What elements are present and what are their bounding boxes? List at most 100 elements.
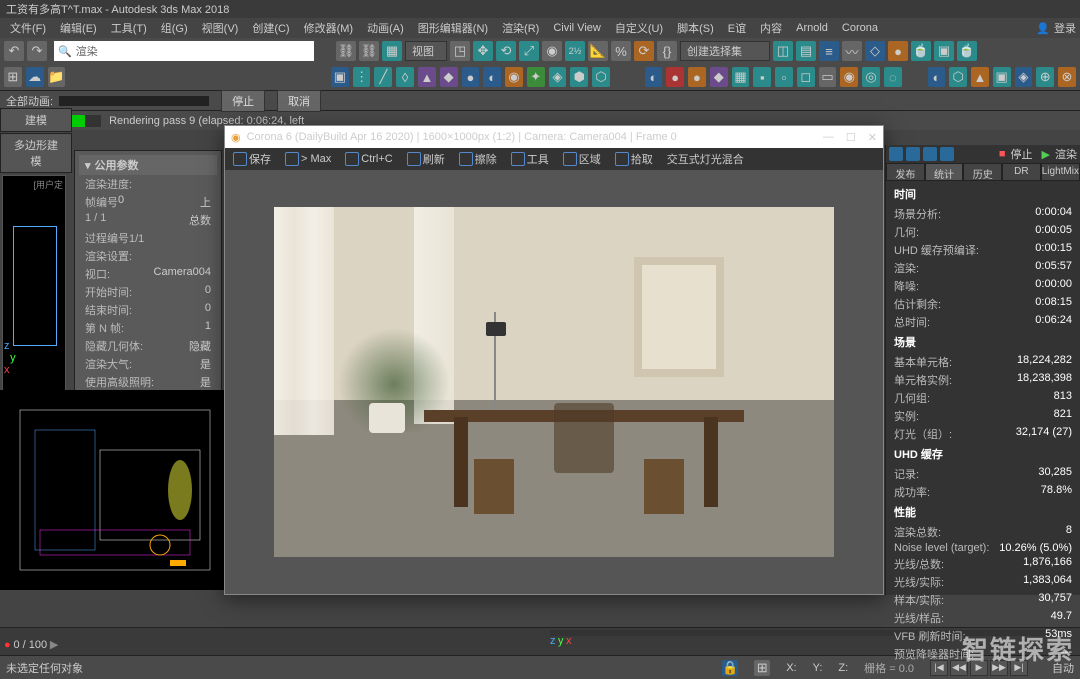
menu-modifiers[interactable]: 修改器(M)	[298, 18, 360, 38]
t16-icon[interactable]: ▭	[819, 67, 837, 87]
redo-icon[interactable]: ↷	[27, 41, 47, 61]
spinner-snap-icon[interactable]: ⟳	[634, 41, 654, 61]
t21-icon[interactable]: ⬡	[949, 67, 967, 87]
menu-civil[interactable]: Civil View	[547, 20, 606, 36]
polygon-icon[interactable]: ▲	[418, 67, 436, 87]
menu-edit[interactable]: 编辑(E)	[54, 18, 103, 38]
st-icon[interactable]	[889, 147, 903, 161]
poly-icon[interactable]: ▣	[331, 67, 349, 87]
snap-25-icon[interactable]: 2½	[565, 41, 585, 61]
menu-file[interactable]: 文件(F)	[4, 18, 52, 38]
named-sel-icon[interactable]: {}	[657, 41, 677, 61]
tab-lightmix[interactable]: LightMix	[1041, 163, 1080, 181]
t2-icon[interactable]: ◐	[483, 67, 501, 87]
cfb-tools-button[interactable]: 工具	[505, 149, 555, 169]
link-icon[interactable]: ⛓	[336, 41, 356, 61]
t18-icon[interactable]: ◎	[862, 67, 880, 87]
t12-icon[interactable]: ▦	[732, 67, 750, 87]
t6-icon[interactable]: ⬢	[570, 67, 588, 87]
t17-icon[interactable]: ◉	[840, 67, 858, 87]
t10-icon[interactable]: ●	[688, 67, 706, 87]
cfb-clear-button[interactable]: 擦除	[453, 149, 503, 169]
tab-stats[interactable]: 统计	[925, 163, 964, 181]
play-icon[interactable]: ▶	[1042, 148, 1050, 161]
cfb-tomax-button[interactable]: > Max	[279, 150, 337, 168]
t15-icon[interactable]: ◻	[797, 67, 815, 87]
material-icon[interactable]: ●	[888, 41, 908, 61]
panel-header[interactable]: 公用参数	[79, 155, 217, 175]
render-setup-icon[interactable]: 🍵	[911, 41, 931, 61]
cloud-icon[interactable]: ☁	[26, 67, 44, 87]
t1-icon[interactable]: ●	[462, 67, 480, 87]
search-input[interactable]: 🔍渲染	[54, 41, 314, 61]
viewport-left[interactable]	[0, 390, 230, 590]
t5-icon[interactable]: ◈	[549, 67, 567, 87]
tab-poly[interactable]: 多边形建模	[0, 133, 72, 173]
border-icon[interactable]: ◊	[396, 67, 414, 87]
snap-icon[interactable]: ⊞	[754, 660, 770, 676]
t7-icon[interactable]: ⬡	[592, 67, 610, 87]
cfb-refresh-button[interactable]: 刷新	[401, 149, 451, 169]
t25-icon[interactable]: ⊕	[1036, 67, 1054, 87]
schematic-icon[interactable]: ◇	[865, 41, 885, 61]
close-icon[interactable]: ✕	[868, 131, 877, 144]
unlink-icon[interactable]: ⛓	[359, 41, 379, 61]
render-frame-icon[interactable]: ▣	[934, 41, 954, 61]
curve-editor-icon[interactable]: 〰	[842, 41, 862, 61]
undo-icon[interactable]: ↶	[4, 41, 24, 61]
angle-snap-icon[interactable]: 📐	[588, 41, 608, 61]
tool-icon[interactable]: ◳	[450, 41, 470, 61]
menu-custom[interactable]: 自定义(U)	[609, 18, 669, 38]
edge-icon[interactable]: ╱	[374, 67, 392, 87]
menu-e[interactable]: E谊	[722, 18, 752, 38]
tab-publish[interactable]: 发布	[886, 163, 925, 181]
cfb-save-button[interactable]: 保存	[227, 149, 277, 169]
lock-icon[interactable]: 🔒	[722, 660, 738, 676]
workspace-icon[interactable]: ⊞	[4, 67, 22, 87]
selection-set-dropdown[interactable]: 创建选择集	[680, 41, 770, 61]
menu-arnold[interactable]: Arnold	[790, 20, 834, 36]
menu-graph[interactable]: 图形编辑器(N)	[412, 18, 494, 38]
viewport-mode-dropdown[interactable]: 视图	[405, 41, 447, 61]
open-icon[interactable]: 📁	[48, 67, 66, 87]
layers-icon[interactable]: ≡	[819, 41, 839, 61]
menu-create[interactable]: 创建(C)	[246, 18, 295, 38]
placement-icon[interactable]: ◉	[542, 41, 562, 61]
t26-icon[interactable]: ⊗	[1058, 67, 1076, 87]
t3-icon[interactable]: ◉	[505, 67, 523, 87]
element-icon[interactable]: ◆	[440, 67, 458, 87]
scale-icon[interactable]: ⤢	[519, 41, 539, 61]
menu-tools[interactable]: 工具(T)	[105, 18, 153, 38]
st-icon[interactable]	[923, 147, 937, 161]
menu-script[interactable]: 脚本(S)	[671, 18, 720, 38]
percent-snap-icon[interactable]: %	[611, 41, 631, 61]
render-label[interactable]: 渲染	[1055, 146, 1077, 162]
t9-icon[interactable]: ●	[666, 67, 684, 87]
select-icon[interactable]: ▦	[382, 41, 402, 61]
stop-icon[interactable]: ■	[999, 148, 1006, 160]
render-viewport[interactable]	[225, 170, 883, 594]
menu-anim[interactable]: 动画(A)	[361, 18, 410, 38]
t11-icon[interactable]: ◆	[710, 67, 728, 87]
cfb-pick-button[interactable]: 拾取	[609, 149, 659, 169]
t13-icon[interactable]: ▪	[753, 67, 771, 87]
tab-dr[interactable]: DR	[1002, 163, 1041, 181]
menu-group[interactable]: 组(G)	[155, 18, 194, 38]
t4-icon[interactable]: ✦	[527, 67, 545, 87]
maximize-icon[interactable]: ☐	[846, 131, 856, 144]
vertex-icon[interactable]: ⋮	[353, 67, 371, 87]
cfb-lightmix-button[interactable]: 交互式灯光混合	[661, 149, 750, 169]
t14-icon[interactable]: ▫	[775, 67, 793, 87]
cfb-region-button[interactable]: 区域	[557, 149, 607, 169]
st-icon[interactable]	[940, 147, 954, 161]
t19-icon[interactable]: ◌	[884, 67, 902, 87]
t8-icon[interactable]: ◐	[645, 67, 663, 87]
menu-content[interactable]: 内容	[754, 18, 788, 38]
t23-icon[interactable]: ▣	[993, 67, 1011, 87]
minimize-icon[interactable]: —	[823, 131, 834, 144]
mirror-icon[interactable]: ◫	[773, 41, 793, 61]
render-icon[interactable]: 🍵	[957, 41, 977, 61]
tab-history[interactable]: 历史	[963, 163, 1002, 181]
st-icon[interactable]	[906, 147, 920, 161]
stop-label[interactable]: 停止	[1011, 146, 1033, 162]
